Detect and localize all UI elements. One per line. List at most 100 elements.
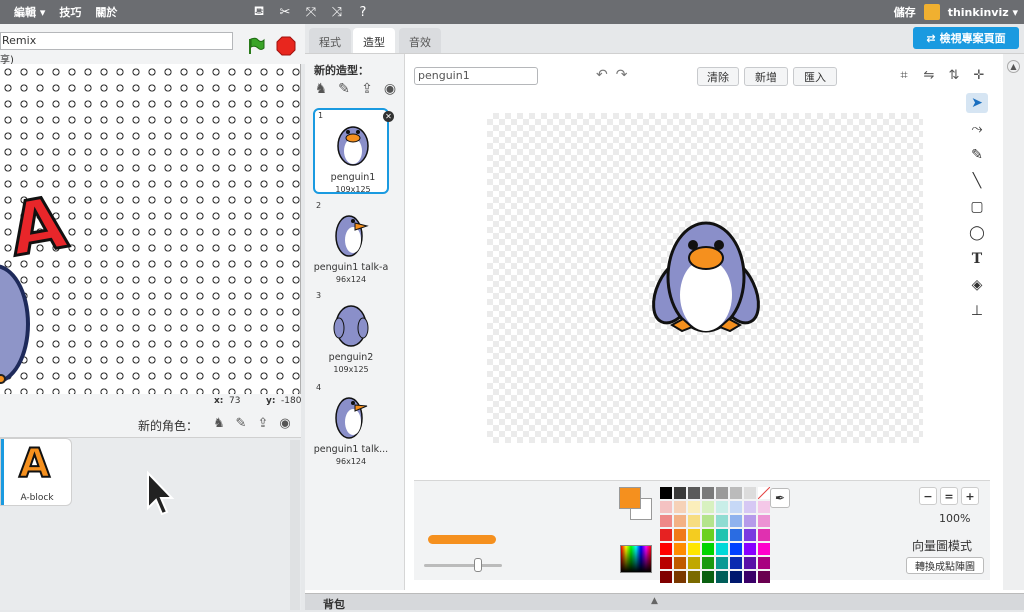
- paint-costume-icon[interactable]: ✎: [335, 80, 353, 98]
- palette-swatch[interactable]: [744, 487, 756, 499]
- palette-swatch[interactable]: [688, 543, 700, 555]
- zoom-reset-icon[interactable]: =: [940, 487, 958, 505]
- palette-swatch[interactable]: [674, 487, 686, 499]
- palette-swatch[interactable]: [744, 543, 756, 555]
- palette-swatch[interactable]: [758, 529, 770, 541]
- shrink-icon[interactable]: ⤨: [328, 2, 346, 22]
- menu-tips[interactable]: 技巧: [59, 4, 81, 20]
- palette-swatch[interactable]: [758, 501, 770, 513]
- flip-vertical-icon[interactable]: ⇅: [945, 66, 963, 84]
- redo-icon[interactable]: ↷: [616, 67, 628, 83]
- clear-button[interactable]: 清除: [697, 67, 739, 86]
- duplicate-stamp-icon[interactable]: ⛾: [250, 2, 268, 22]
- palette-swatch[interactable]: [660, 543, 672, 555]
- menu-edit[interactable]: 編輯 ▾: [14, 4, 45, 20]
- upload-costume-icon[interactable]: ⇪: [358, 80, 376, 98]
- costume-tile[interactable]: 3 penguin2 109x125: [313, 290, 389, 376]
- palette-swatch[interactable]: [744, 529, 756, 541]
- palette-swatch[interactable]: [660, 501, 672, 513]
- save-button[interactable]: 儲存: [894, 4, 916, 20]
- palette-swatch[interactable]: [744, 571, 756, 583]
- palette-swatch[interactable]: [702, 543, 714, 555]
- cut-scissors-icon[interactable]: ✂: [276, 2, 294, 22]
- backpack-bar[interactable]: 背包 ▲: [305, 593, 1024, 611]
- text-tool-icon[interactable]: T: [966, 249, 988, 269]
- sprite-library-icon[interactable]: ♞: [210, 414, 228, 432]
- palette-swatch[interactable]: [660, 571, 672, 583]
- view-project-page-button[interactable]: ⇄ 檢視專案頁面: [913, 27, 1019, 49]
- rectangle-tool-icon[interactable]: ▢: [966, 197, 988, 217]
- project-title-input[interactable]: Remix: [0, 32, 233, 50]
- camera-sprite-icon[interactable]: ◉: [276, 414, 294, 432]
- costume-tile[interactable]: 4 penguin1 talk... 96x124: [313, 382, 389, 468]
- import-button[interactable]: 匯入: [793, 67, 837, 86]
- costume-tile[interactable]: 1 penguin1 109x125: [313, 108, 389, 194]
- tab-costumes[interactable]: 造型: [353, 28, 395, 54]
- palette-swatch[interactable]: [688, 529, 700, 541]
- crop-icon[interactable]: ⌗: [895, 66, 913, 84]
- palette-swatch[interactable]: [688, 557, 700, 569]
- costume-name-input[interactable]: penguin1: [414, 67, 538, 85]
- zoom-out-icon[interactable]: −: [919, 487, 937, 505]
- flip-horizontal-icon[interactable]: ⇋: [920, 66, 938, 84]
- palette-swatch[interactable]: [660, 515, 672, 527]
- palette-swatch[interactable]: [716, 529, 728, 541]
- palette-swatch[interactable]: [716, 557, 728, 569]
- paint-sprite-icon[interactable]: ✎: [232, 414, 250, 432]
- palette-swatch[interactable]: [744, 515, 756, 527]
- palette-swatch[interactable]: [730, 543, 742, 555]
- stage-canvas[interactable]: A: [0, 64, 301, 394]
- grow-icon[interactable]: ⤧: [302, 2, 320, 22]
- line-width-slider-knob[interactable]: [474, 558, 482, 572]
- palette-swatch[interactable]: [730, 557, 742, 569]
- palette-swatch[interactable]: [716, 543, 728, 555]
- palette-swatch[interactable]: [660, 529, 672, 541]
- upload-sprite-icon[interactable]: ⇪: [254, 414, 272, 432]
- palette-swatch[interactable]: [702, 515, 714, 527]
- add-button[interactable]: 新增: [744, 67, 788, 86]
- palette-swatch[interactable]: [702, 501, 714, 513]
- select-tool-icon[interactable]: ➤: [966, 93, 988, 113]
- pencil-tool-icon[interactable]: ✎: [966, 145, 988, 165]
- line-width-slider[interactable]: [424, 564, 502, 567]
- undo-icon[interactable]: ↶: [596, 67, 608, 83]
- camera-costume-icon[interactable]: ◉: [381, 80, 399, 98]
- palette-swatch[interactable]: [688, 571, 700, 583]
- set-center-icon[interactable]: ✛: [970, 66, 988, 84]
- menu-about[interactable]: 關於: [95, 4, 117, 20]
- palette-swatch[interactable]: [674, 543, 686, 555]
- sprite-tile-a-block[interactable]: A A-block: [0, 438, 72, 506]
- help-icon[interactable]: ?: [354, 2, 372, 22]
- delete-costume-icon[interactable]: ✕: [383, 111, 394, 122]
- palette-swatch[interactable]: [716, 571, 728, 583]
- scroll-up-icon[interactable]: ▲: [1007, 60, 1020, 73]
- palette-swatch[interactable]: [688, 487, 700, 499]
- convert-to-bitmap-button[interactable]: 轉換成點陣圖: [906, 557, 984, 574]
- reshape-tool-icon[interactable]: ⤳: [966, 119, 988, 139]
- tab-code[interactable]: 程式: [309, 28, 351, 54]
- backpack-expand-icon[interactable]: ▲: [651, 596, 658, 606]
- primary-color-swatch[interactable]: [619, 487, 641, 509]
- palette-swatch[interactable]: [674, 501, 686, 513]
- color-picker-gradient[interactable]: [620, 545, 652, 573]
- ellipse-tool-icon[interactable]: ◯: [966, 223, 988, 243]
- palette-swatch[interactable]: [674, 515, 686, 527]
- palette-swatch[interactable]: [758, 543, 770, 555]
- sprite-scrollbar[interactable]: [290, 440, 300, 610]
- palette-swatch[interactable]: [758, 515, 770, 527]
- stamp-tool-icon[interactable]: ⊥: [966, 301, 988, 321]
- palette-swatch[interactable]: [702, 529, 714, 541]
- palette-swatch[interactable]: [730, 529, 742, 541]
- palette-swatch[interactable]: [730, 487, 742, 499]
- paint-canvas[interactable]: [487, 113, 923, 443]
- palette-swatch[interactable]: [702, 487, 714, 499]
- line-tool-icon[interactable]: ╲: [966, 171, 988, 191]
- editor-scrollbar[interactable]: ▲: [1003, 54, 1024, 590]
- costume-library-icon[interactable]: ♞: [312, 80, 330, 98]
- my-stuff-icon[interactable]: [923, 4, 940, 20]
- palette-swatch[interactable]: [716, 501, 728, 513]
- eyedropper-icon[interactable]: ✒: [770, 488, 790, 508]
- palette-swatch[interactable]: [758, 557, 770, 569]
- palette-swatch[interactable]: [744, 557, 756, 569]
- palette-swatch[interactable]: [716, 515, 728, 527]
